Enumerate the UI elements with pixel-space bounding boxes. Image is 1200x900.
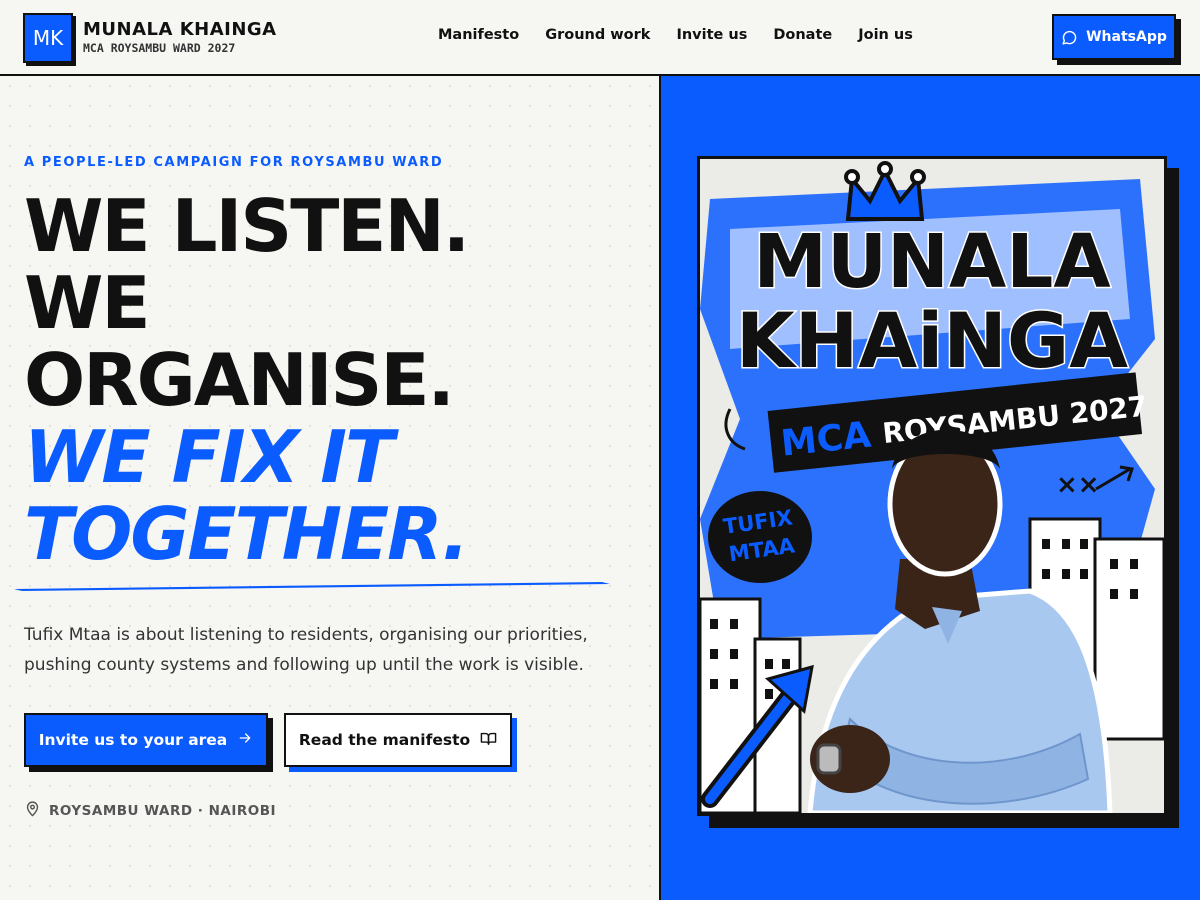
- site-header: MK MUNALA KHAINGA MCA ROYSAMBU WARD 2027…: [0, 0, 1200, 76]
- invite-us-label: Invite us to your area: [38, 731, 228, 749]
- brand-name[interactable]: MUNALA KHAINGA: [83, 19, 277, 40]
- hero-text-panel: A PEOPLE-LED CAMPAIGN FOR ROYSAMBU WARD …: [0, 76, 660, 900]
- whatsapp-button[interactable]: WhatsApp: [1052, 14, 1176, 60]
- scribble-mark: ××: [1056, 470, 1100, 500]
- hero-headline: WE LISTEN. WE ORGANISE. WE FIX IT TOGETH…: [24, 188, 644, 573]
- logo-mark[interactable]: MK: [23, 13, 73, 63]
- headline-accent-line: TOGETHER.: [24, 492, 469, 576]
- brush-underline: [14, 582, 610, 591]
- map-pin-icon: [24, 800, 41, 821]
- headline-line: WE LISTEN.: [24, 184, 470, 268]
- headline-line: ORGANISE.: [24, 338, 455, 422]
- poster-name-line: MUNALA: [753, 219, 1110, 305]
- main-nav: Manifesto Ground work Invite us Donate J…: [438, 27, 913, 43]
- read-manifesto-label: Read the manifesto: [298, 731, 471, 749]
- crown-icon: [844, 161, 926, 221]
- open-book-icon: [480, 730, 497, 751]
- location-tag: ROYSAMBU WARD · NAIROBI: [24, 800, 276, 821]
- read-manifesto-button[interactable]: Read the manifesto: [284, 713, 512, 767]
- nav-link-donate[interactable]: Donate: [773, 27, 832, 43]
- brand-subtitle: MCA ROYSAMBU WARD 2027: [83, 41, 236, 55]
- campaign-poster: MUNALA KHAiNGA MCA ROYSAMBU 2027 TUFIX M…: [697, 156, 1167, 816]
- poster-artwork: MUNALA KHAiNGA MCA ROYSAMBU 2027 TUFIX M…: [700, 159, 1164, 813]
- headline-line: WE: [24, 261, 151, 345]
- chat-bubble-icon: [1061, 29, 1078, 46]
- location-label: ROYSAMBU WARD · NAIROBI: [49, 802, 277, 819]
- nav-link-invite-us[interactable]: Invite us: [676, 27, 747, 43]
- tufix-mtaa-badge: TUFIX MTAA: [708, 491, 812, 583]
- whatsapp-label: WhatsApp: [1086, 29, 1167, 45]
- poster-name-line: KHAiNGA: [736, 296, 1128, 385]
- invite-us-button[interactable]: Invite us to your area: [24, 713, 268, 767]
- nav-link-ground-work[interactable]: Ground work: [545, 27, 650, 43]
- hero-description: Tufix Mtaa is about listening to residen…: [24, 625, 588, 675]
- headline-accent-line: WE FIX IT: [24, 415, 394, 499]
- nav-link-manifesto[interactable]: Manifesto: [438, 27, 519, 43]
- hero-eyebrow: A PEOPLE-LED CAMPAIGN FOR ROYSAMBU WARD: [24, 155, 444, 170]
- arrow-right-icon: [237, 730, 253, 750]
- nav-link-join-us[interactable]: Join us: [858, 27, 913, 43]
- hero-visual-panel: MUNALA KHAiNGA MCA ROYSAMBU 2027 TUFIX M…: [659, 76, 1200, 900]
